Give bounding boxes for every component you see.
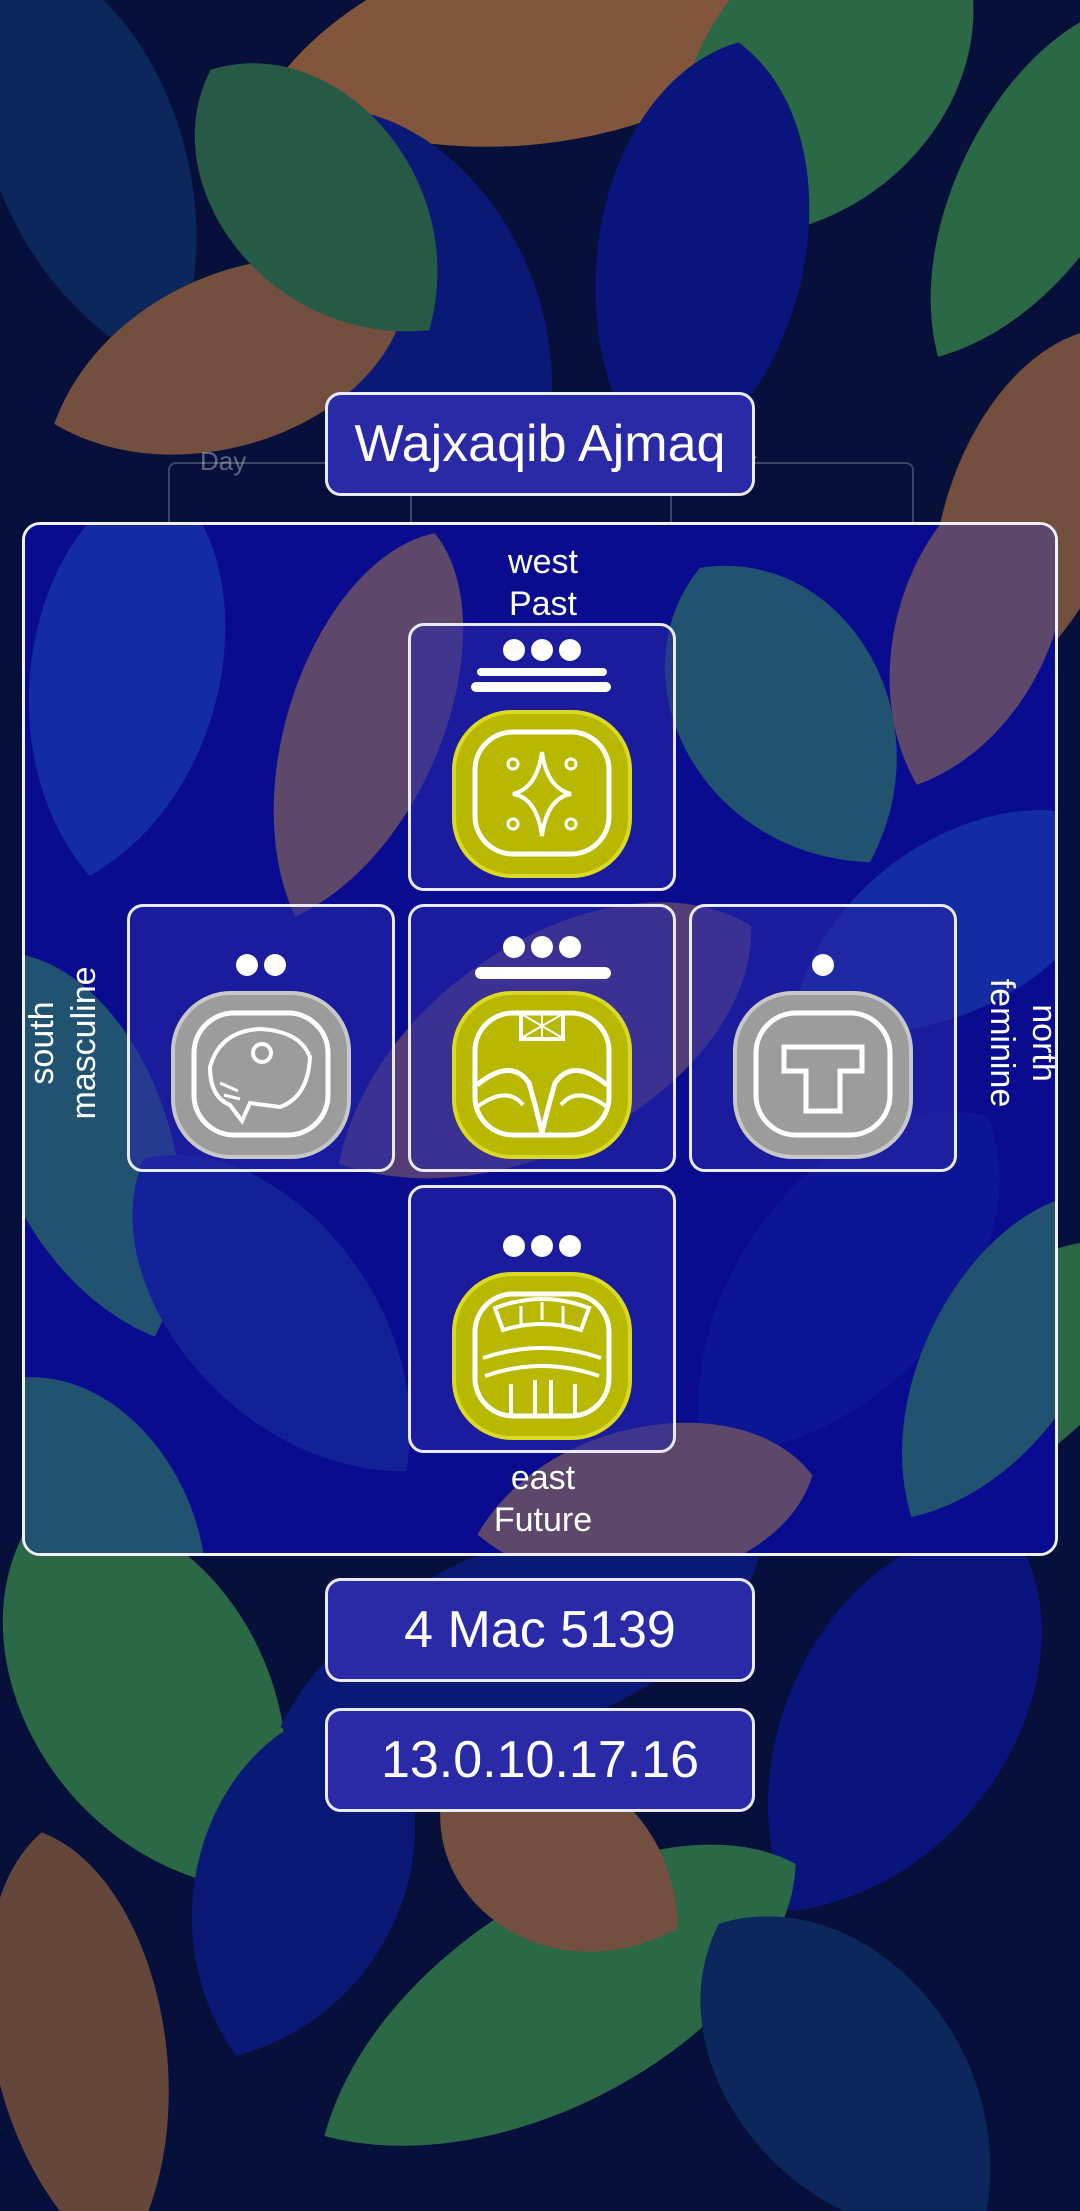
nawal-glyph-icon [171,954,351,1159]
west-meaning: Past [508,585,578,623]
nawal-glyph-icon [733,954,913,1159]
nawal-glyph-icon [452,936,632,1159]
north-meaning: feminine [983,978,1021,1108]
south-meaning: masculine [65,966,103,1120]
north-direction: north [1025,1004,1058,1082]
west-direction: west [508,543,578,581]
east-meaning: Future [493,1501,593,1539]
east-label: east Future [443,1457,643,1541]
east-direction: east [510,1459,576,1497]
nawal-cross-panel: west Past east Future south masculine no… [22,522,1058,1556]
west-label: west Past [443,541,643,625]
nawal-glyph-icon [452,639,632,878]
glyph-cell-center[interactable] [408,904,676,1172]
north-label: north feminine [981,943,1058,1143]
glyph-cell-east[interactable] [408,1185,676,1453]
south-label: south masculine [23,943,105,1143]
long-count-date: 13.0.10.17.16 [325,1708,755,1812]
day-name-title: Wajxaqib Ajmaq [325,392,755,496]
glyph-cell-south[interactable] [127,904,395,1172]
glyph-cell-north[interactable] [689,904,957,1172]
haab-date: 4 Mac 5139 [325,1578,755,1682]
south-direction: south [23,1001,61,1085]
nawal-glyph-icon [452,1235,632,1440]
glyph-cell-west[interactable] [408,623,676,891]
